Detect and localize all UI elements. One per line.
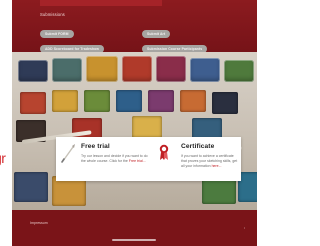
footer: Impressum — [12, 210, 257, 246]
free-trial-text: Try our lesson and decide if you want to… — [81, 154, 148, 163]
certificate-title: Certificate — [181, 143, 215, 150]
submit-art-button[interactable]: Submit Art — [142, 30, 171, 38]
scroll-arrows-icon[interactable]: ↕ — [242, 226, 247, 231]
home-indicator — [112, 239, 156, 241]
brush-icon — [61, 144, 75, 163]
impressum-link[interactable]: Impressum — [30, 221, 48, 225]
ribbon-award-icon — [159, 144, 169, 160]
submit-form-button[interactable]: Submit FORM — [40, 30, 74, 38]
info-card: Free trial Try our lesson and decide if … — [56, 137, 241, 181]
free-trial-title: Free trial — [81, 143, 110, 150]
header-accent-strip — [40, 0, 162, 6]
app-frame: Submissions Submit FORM Submit Art ADD S… — [12, 0, 257, 246]
hero-photo-paint-palette — [12, 52, 257, 210]
certificate-link[interactable]: here... — [212, 164, 222, 168]
certificate-text: If you want to achieve a certificate tha… — [181, 154, 238, 168]
free-trial-link[interactable]: Free trial... — [129, 159, 146, 163]
background-text-fragment: gr — [0, 150, 6, 166]
submissions-title: Submissions — [40, 12, 65, 17]
header-band: Submissions Submit FORM Submit Art ADD S… — [12, 0, 257, 53]
